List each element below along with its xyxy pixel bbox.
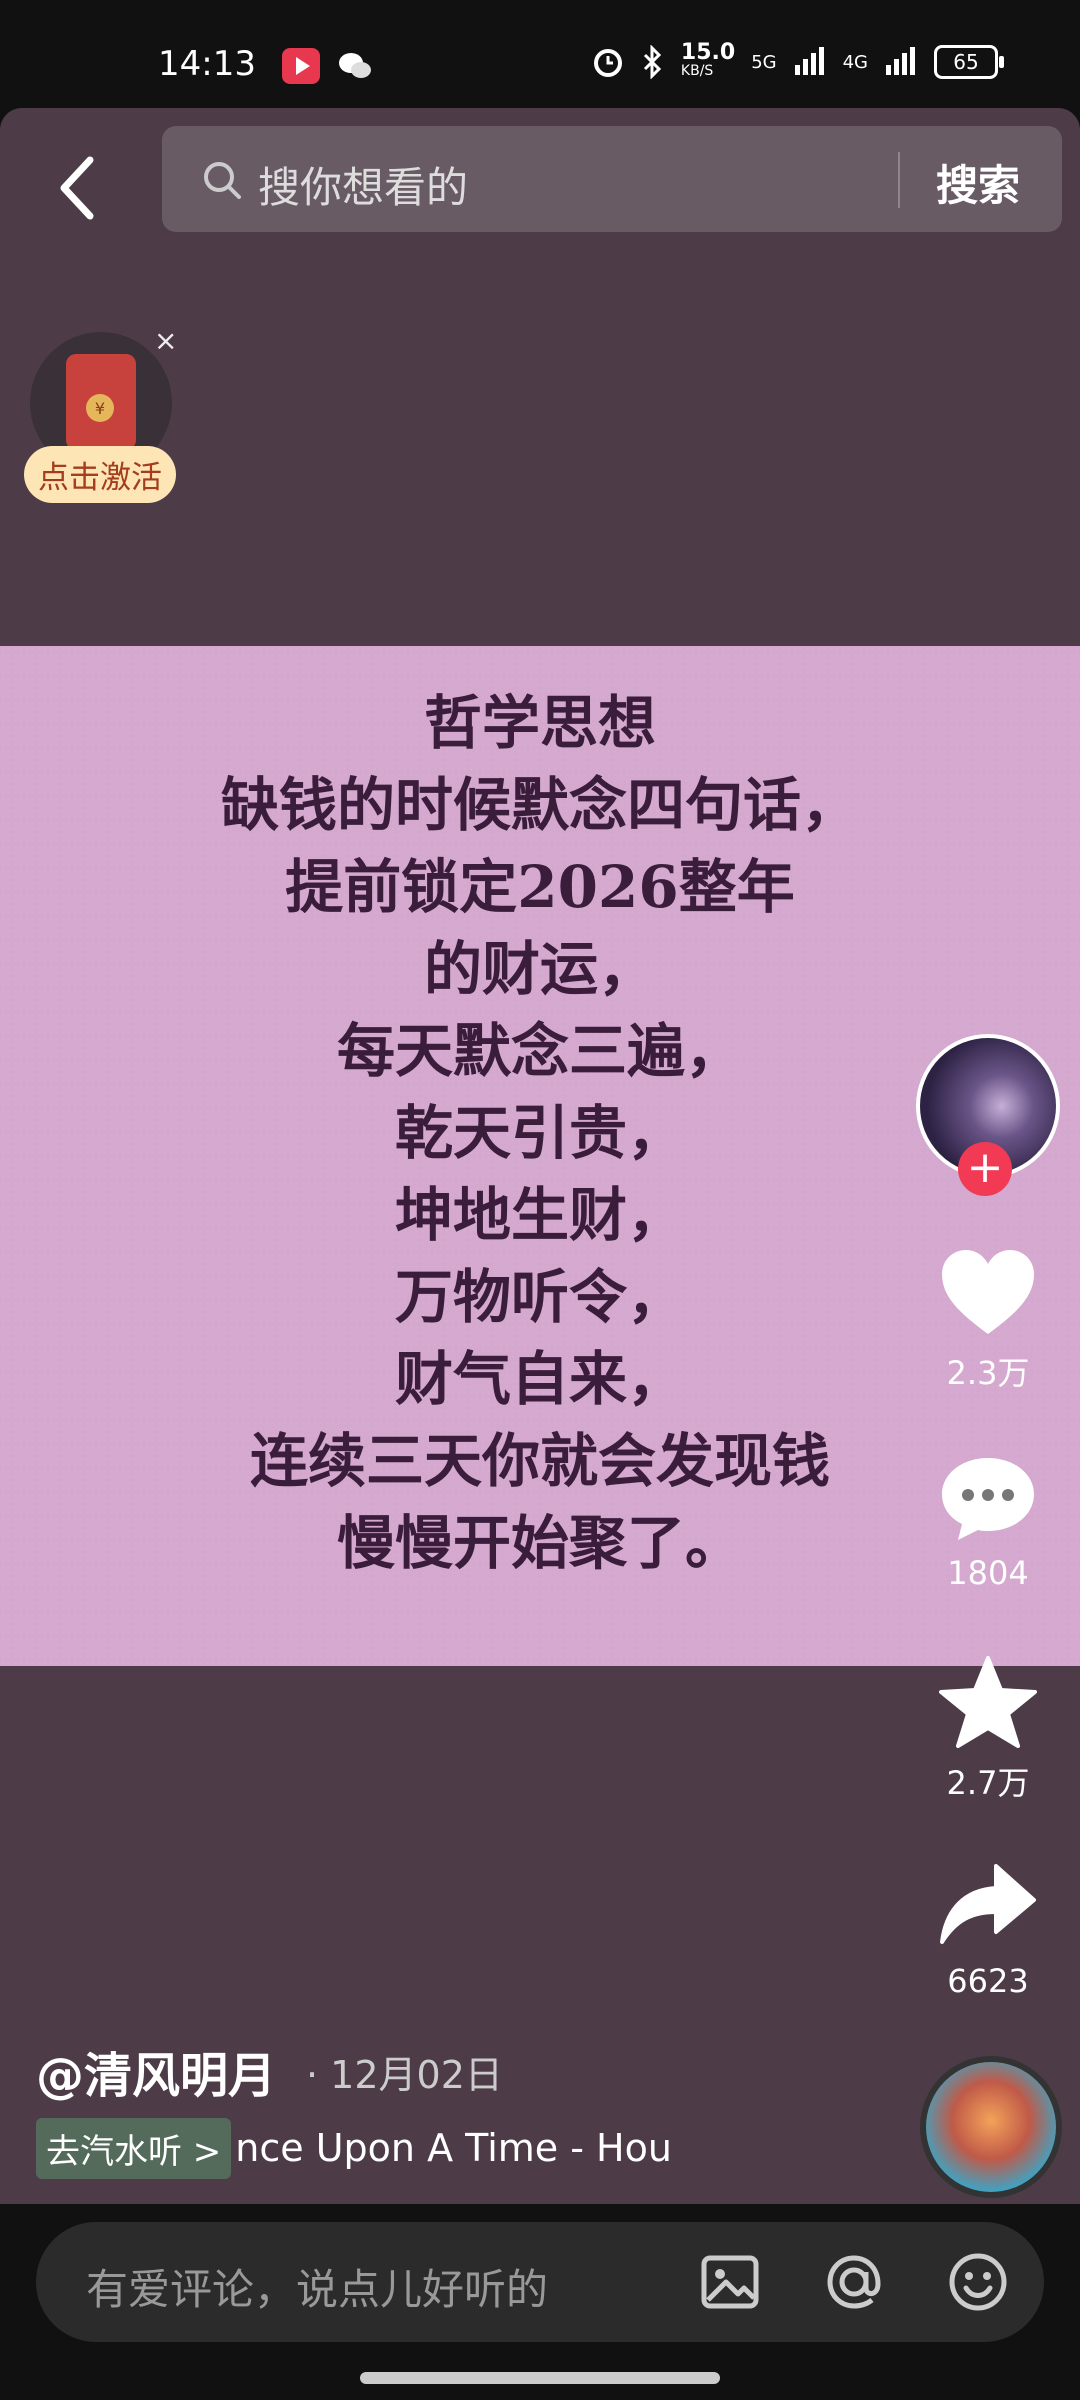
status-bar: 14:13 15.0 KB/S 5G 4G 65 <box>0 0 1080 108</box>
search-button[interactable]: 搜索 <box>936 152 1020 213</box>
card-line: 提前锁定2026整年 <box>285 853 795 921</box>
share-icon <box>940 1864 1036 1944</box>
post-date: · 12月02日 <box>306 2053 503 2097</box>
comment-placeholder: 有爱评论，说点儿好听的 <box>86 2265 549 2314</box>
like-count: 2.3万 <box>946 1354 1030 1392</box>
favorite-count: 2.7万 <box>946 1764 1030 1802</box>
signal-icon <box>794 47 824 75</box>
video-app-icon <box>282 48 320 84</box>
comment-count: 1804 <box>947 1554 1029 1592</box>
promo-close-button[interactable]: × <box>154 324 177 357</box>
bottom-bar: 有爱评论，说点儿好听的 <box>0 2204 1080 2400</box>
share-button[interactable]: 6623 <box>928 1860 1048 2000</box>
like-button[interactable]: 2.3万 <box>928 1246 1048 1394</box>
music-title[interactable]: nce Upon A Time - Hou <box>235 2126 672 2170</box>
wechat-icon <box>336 48 374 84</box>
music-disc[interactable] <box>920 2056 1062 2198</box>
bluetooth-icon <box>643 45 662 79</box>
text-image-card: 哲学思想 缺钱的时候默念四句话， 提前锁定2026整年 的财运， 每天默念三遍，… <box>0 646 1080 1666</box>
image-icon[interactable] <box>696 2248 764 2316</box>
comment-button[interactable]: 1804 <box>928 1452 1048 1592</box>
mention-icon[interactable] <box>820 2248 888 2316</box>
red-packet-promo[interactable]: ¥ × 点击激活 <box>24 324 180 532</box>
promo-activate-label[interactable]: 点击激活 <box>24 446 176 503</box>
card-line: 连续三天你就会发现钱 <box>249 1427 830 1495</box>
signal-icon-2 <box>886 47 915 75</box>
card-line: 哲学思想 <box>423 689 656 757</box>
card-line: 财气自来， <box>394 1345 685 1413</box>
card-text: 哲学思想 缺钱的时候默念四句话， 提前锁定2026整年 的财运， 每天默念三遍，… <box>0 682 1080 1584</box>
heart-icon <box>942 1250 1034 1334</box>
search-bar[interactable]: 搜你想看的 搜索 <box>162 126 1062 232</box>
share-count: 6623 <box>947 1962 1029 2000</box>
star-icon <box>939 1656 1037 1748</box>
net-type-5g: 5G <box>751 51 777 73</box>
card-line: 的财运， <box>423 935 656 1003</box>
alarm-icon <box>593 49 622 77</box>
network-speed: 15.0 KB/S <box>680 40 736 80</box>
author-name[interactable]: @清风明月 <box>36 2036 276 2106</box>
card-line: 缺钱的时候默念四句话， <box>220 771 859 839</box>
video-player[interactable]: 搜你想看的 搜索 ¥ × 点击激活 哲学思想 缺钱的时候默念四句话， 提前锁定2… <box>0 108 1080 2204</box>
red-packet-icon: ¥ <box>66 354 136 450</box>
emoji-icon[interactable] <box>944 2248 1012 2316</box>
comment-icon <box>942 1458 1034 1540</box>
music-tag[interactable]: 去汽水听 > <box>36 2117 232 2179</box>
card-line: 每天默念三遍， <box>336 1017 743 1085</box>
status-time: 14:13 <box>158 44 256 84</box>
card-line: 坤地生财， <box>394 1181 685 1249</box>
home-indicator[interactable] <box>360 2372 720 2384</box>
comment-input[interactable]: 有爱评论，说点儿好听的 <box>36 2222 1044 2342</box>
battery-icon: 65 <box>934 45 1004 79</box>
net-type-4g: 4G <box>842 51 868 73</box>
favorite-button[interactable]: 2.7万 <box>928 1656 1048 1804</box>
search-divider <box>898 152 900 208</box>
status-icons: 15.0 KB/S 5G 4G 65 <box>591 40 1004 80</box>
card-line: 慢慢开始聚了。 <box>336 1509 743 1577</box>
music-row[interactable]: 去汽水听 > nce Upon A Time - Hou <box>36 2117 672 2179</box>
follow-button[interactable]: + <box>958 1142 1012 1196</box>
search-input[interactable]: 搜你想看的 <box>258 154 468 215</box>
chevron-left-icon <box>60 156 94 220</box>
back-button[interactable] <box>48 148 108 228</box>
search-icon <box>204 162 241 199</box>
card-line: 万物听令， <box>394 1263 685 1331</box>
